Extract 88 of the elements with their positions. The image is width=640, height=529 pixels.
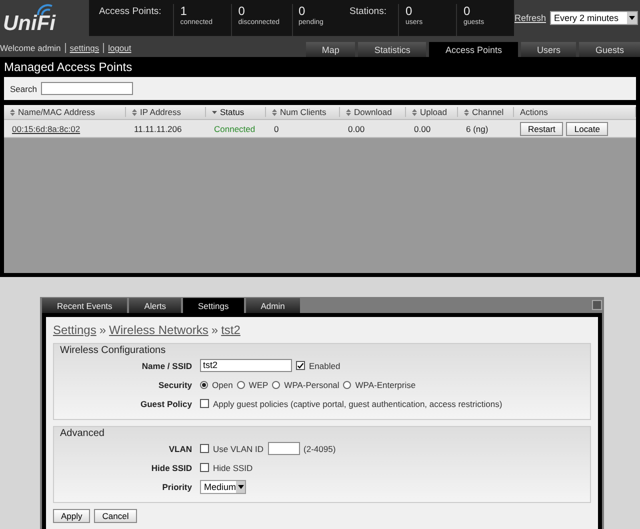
- priority-select[interactable]: Medium: [200, 480, 246, 494]
- radio-label: Open: [212, 380, 233, 390]
- breadcrumb-separator: »: [99, 323, 106, 337]
- radio-button[interactable]: [272, 380, 280, 388]
- checkbox-label: Hide SSID: [213, 462, 253, 472]
- checkbox[interactable]: [200, 399, 209, 408]
- radio-label: WEP: [248, 380, 268, 390]
- checkbox-label: Apply guest policies (captive portal, guest authentication, access restrictions): [213, 398, 502, 408]
- column-header[interactable]: IP Address: [126, 107, 206, 117]
- field-label: Security: [157, 380, 192, 390]
- breadcrumb-link[interactable]: Settings: [53, 323, 96, 337]
- panel-tab[interactable]: Settings: [183, 298, 244, 313]
- form-button[interactable]: Apply: [53, 509, 90, 523]
- radio-label: WPA-Personal: [284, 380, 340, 390]
- field-label: Name / SSID: [140, 360, 192, 370]
- nav-tab[interactable]: Access Points: [429, 42, 518, 57]
- field-label: Priority: [161, 482, 192, 492]
- breadcrumb-link[interactable]: tst2: [221, 323, 240, 337]
- nav-tab[interactable]: Map: [306, 42, 356, 57]
- table-cell-text: 0.00: [413, 124, 432, 134]
- checkbox[interactable]: [200, 463, 209, 472]
- stat-label: Access Points:: [98, 5, 162, 19]
- sort-icon: [346, 108, 351, 116]
- sort-icon: [132, 108, 137, 116]
- wifi-arcs-icon: [36, 4, 54, 16]
- panel-tab[interactable]: Alerts: [129, 298, 182, 313]
- column-header[interactable]: Upload: [406, 107, 458, 117]
- column-header[interactable]: Actions: [514, 107, 636, 117]
- table-cell-text: 0: [273, 124, 280, 134]
- sort-down-icon: [212, 110, 217, 114]
- column-header[interactable]: Name/MAC Address: [4, 107, 126, 117]
- stat-value: 1: [180, 4, 188, 18]
- welcome-text: Welcome admin: [0, 43, 61, 53]
- mac-link[interactable]: 00:15:6d:8a:8c:02: [4, 124, 126, 134]
- search-field[interactable]: [40, 82, 133, 95]
- refresh-link[interactable]: Refresh: [514, 13, 546, 23]
- stat-value: 0: [463, 4, 472, 18]
- field-label: Hide SSID: [150, 462, 192, 472]
- search-label: Search: [10, 84, 37, 94]
- status-cell-text: Connected: [213, 124, 256, 134]
- radio-button[interactable]: [200, 380, 208, 388]
- field-label: Guest Policy: [140, 398, 192, 408]
- stat-value: 0: [405, 4, 414, 18]
- section-title: Advanced: [59, 428, 106, 439]
- table-cell-text: 11.11.11.206: [133, 124, 183, 134]
- sort-icon: [272, 108, 277, 116]
- collapse-icon[interactable]: [592, 300, 602, 310]
- caret-icon: [236, 480, 245, 492]
- sort-icon: [412, 108, 417, 116]
- stat-value: 0: [238, 4, 246, 18]
- checkbox[interactable]: [296, 361, 305, 370]
- stat-label: Stations:: [350, 5, 386, 19]
- panel-tab[interactable]: Recent Events: [42, 298, 128, 313]
- nav-tab[interactable]: Users: [520, 42, 576, 57]
- checkbox-label: Enabled: [309, 360, 340, 370]
- panel-title: Managed Access Points: [0, 57, 640, 77]
- checkbox-label: Use VLAN ID: [213, 444, 264, 454]
- caret-icon: [627, 12, 637, 24]
- stat-value: 0: [298, 4, 306, 18]
- nav-tab[interactable]: Statistics: [358, 42, 426, 57]
- section-title: Wireless Configurations: [59, 345, 167, 356]
- vlan-id-field[interactable]: [268, 442, 300, 455]
- form-button[interactable]: Cancel: [94, 509, 137, 523]
- unifi-logo: UniFi: [3, 12, 56, 36]
- range-hint: (2-4095): [304, 444, 336, 454]
- column-header[interactable]: Download: [340, 107, 406, 117]
- checkbox[interactable]: [200, 444, 209, 453]
- sort-icon: [10, 108, 15, 116]
- breadcrumb-separator: »: [211, 323, 218, 337]
- header-link[interactable]: settings: [64, 43, 100, 53]
- nav-tab[interactable]: Guests: [579, 42, 640, 57]
- sort-icon: [464, 108, 469, 116]
- breadcrumb-link[interactable]: Wireless Networks: [109, 323, 208, 337]
- radio-button[interactable]: [343, 380, 352, 388]
- header-link[interactable]: logout: [103, 43, 132, 53]
- table-cell-text: 0.00: [347, 124, 366, 134]
- action-button[interactable]: Locate: [566, 122, 608, 136]
- column-header[interactable]: Status: [206, 107, 266, 117]
- radio-button[interactable]: [236, 380, 245, 388]
- ssid-field[interactable]: tst2: [200, 359, 292, 372]
- radio-label: WPA-Enterprise: [355, 380, 416, 390]
- action-button[interactable]: Restart: [520, 122, 564, 136]
- field-label: VLAN: [168, 444, 192, 454]
- table-cell-text: 6 (ng): [465, 124, 490, 134]
- column-header[interactable]: Num Clients: [266, 107, 340, 117]
- panel-tab[interactable]: Admin: [246, 298, 300, 313]
- refresh-select[interactable]: Every 2 minutes: [550, 11, 638, 25]
- column-header[interactable]: Channel: [458, 107, 514, 117]
